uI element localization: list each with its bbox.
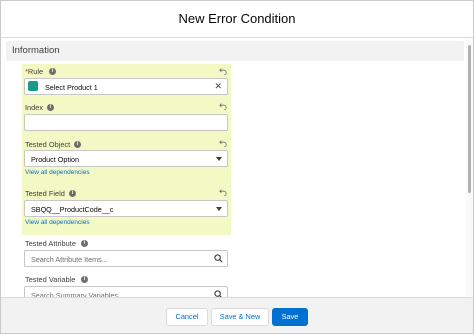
rule-lookup-field[interactable]: Select Product 1 ✕ <box>24 78 228 95</box>
chevron-down-icon <box>216 157 222 161</box>
modal-title: New Error Condition <box>178 11 296 26</box>
save-button[interactable]: Save <box>272 308 308 326</box>
index-label: Index <box>25 103 44 112</box>
info-icon[interactable]: i <box>69 190 76 197</box>
rule-record-icon <box>28 81 38 91</box>
scrollbar-thumb[interactable] <box>468 45 471 193</box>
tested-field-value: SBQQ__ProductCode__c <box>31 205 114 214</box>
cancel-button[interactable]: Cancel <box>166 308 208 326</box>
tested-attribute-label: Tested Attribute <box>25 239 76 248</box>
undo-icon[interactable] <box>219 139 227 147</box>
tested-attribute-placeholder: Search Attribute Items... <box>31 255 108 264</box>
undo-icon[interactable] <box>219 102 227 110</box>
undo-icon[interactable] <box>219 188 227 196</box>
rule-value: Select Product 1 <box>45 83 98 92</box>
undo-icon[interactable] <box>219 67 227 75</box>
info-icon[interactable]: i <box>47 104 54 111</box>
close-icon[interactable]: ✕ <box>214 81 222 92</box>
info-icon[interactable]: i <box>74 141 81 148</box>
info-icon[interactable]: i <box>49 68 56 75</box>
tested-field-dependencies-link[interactable]: View all dependencies <box>25 219 90 226</box>
tested-variable-label: Tested Variable <box>25 275 76 284</box>
index-input[interactable] <box>24 114 228 131</box>
section-title: Information <box>12 45 60 56</box>
section-header-information[interactable]: Information <box>6 41 464 61</box>
info-icon[interactable]: i <box>81 276 88 283</box>
modal: New Error Condition Information *Rule i … <box>0 0 474 334</box>
modal-footer: Cancel Save & New Save <box>1 297 473 333</box>
info-icon[interactable]: i <box>81 240 88 247</box>
save-and-new-button[interactable]: Save & New <box>211 308 269 326</box>
search-icon[interactable] <box>214 254 223 263</box>
tested-object-value: Product Option <box>31 155 79 164</box>
tested-object-label: Tested Object <box>25 140 71 149</box>
tested-attribute-search[interactable]: Search Attribute Items... <box>24 250 228 267</box>
modal-header: New Error Condition <box>1 1 473 38</box>
tested-object-dependencies-link[interactable]: View all dependencies <box>25 169 90 176</box>
chevron-down-icon <box>216 207 222 211</box>
tested-field-label: Tested Field <box>25 189 65 198</box>
tested-object-select[interactable]: Product Option <box>24 150 228 167</box>
tested-field-select[interactable]: SBQQ__ProductCode__c <box>24 200 228 217</box>
rule-label: *Rule <box>25 67 44 76</box>
